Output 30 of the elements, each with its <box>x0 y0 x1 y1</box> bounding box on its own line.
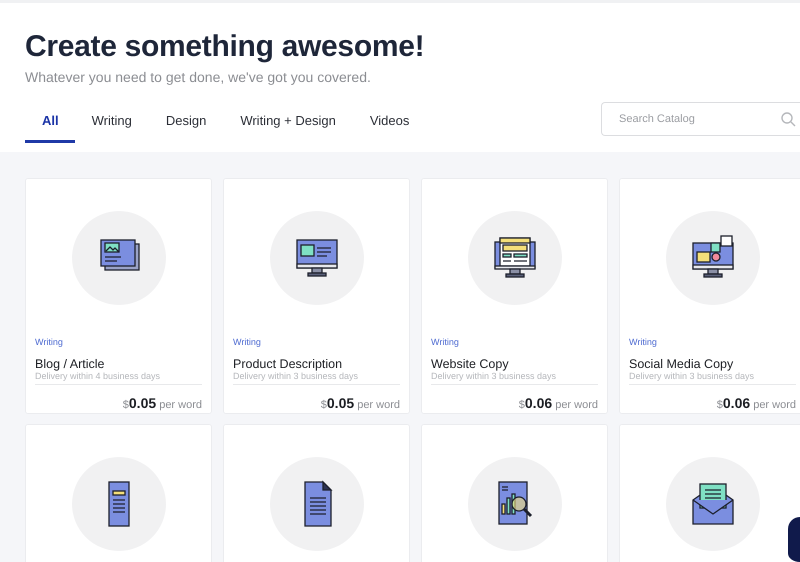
page-subtitle: Whatever you need to get done, we've got you covered. <box>25 69 372 85</box>
search-field[interactable]: Search Catalog <box>601 102 800 136</box>
category-tab[interactable]: Writing + Design <box>223 107 353 143</box>
chat-button[interactable] <box>788 517 800 562</box>
price-text: $0.06 per word <box>518 395 598 411</box>
delivery-time: Delivery within 3 business days <box>431 371 598 385</box>
search-icon <box>780 111 796 127</box>
category-tab[interactable]: Writing <box>74 107 149 143</box>
card-title: Social Media Copy <box>629 357 734 371</box>
delivery-time: Delivery within 3 business days <box>629 371 796 385</box>
card-category: Writing <box>431 337 460 349</box>
card-category: Writing <box>629 337 658 349</box>
card-category: Writing <box>35 337 64 349</box>
delivery-time: Delivery within 4 business days <box>35 371 202 385</box>
card-title: Product Description <box>233 357 344 371</box>
card-category: Writing <box>233 337 262 349</box>
product-card[interactable]: Writing Blog / Article Delivery within 4 business days $0.05 per word <box>25 178 212 414</box>
delivery-time: Delivery within 3 business days <box>233 371 400 385</box>
page-title: Create something awesome! <box>25 29 426 65</box>
category-tab[interactable]: Videos <box>352 107 426 143</box>
product-card[interactable]: Writing Product Description Delivery within 3 business days $0.05 per word <box>223 178 410 414</box>
price-text: $0.05 per word <box>320 395 400 411</box>
card-title: Blog / Article <box>35 357 106 371</box>
card-title: Website Copy <box>431 357 510 371</box>
product-card[interactable]: Writing Social Media Copy Delivery within 3 business days $0.06 per word <box>619 178 800 414</box>
price-text: $0.05 per word <box>122 395 202 411</box>
category-tab[interactable]: All <box>25 107 75 143</box>
category-tab[interactable]: Design <box>148 107 224 143</box>
price-text: $0.06 per word <box>716 395 796 411</box>
product-card[interactable]: Writing Website Copy Delivery within 3 business days $0.06 per word <box>421 178 608 414</box>
